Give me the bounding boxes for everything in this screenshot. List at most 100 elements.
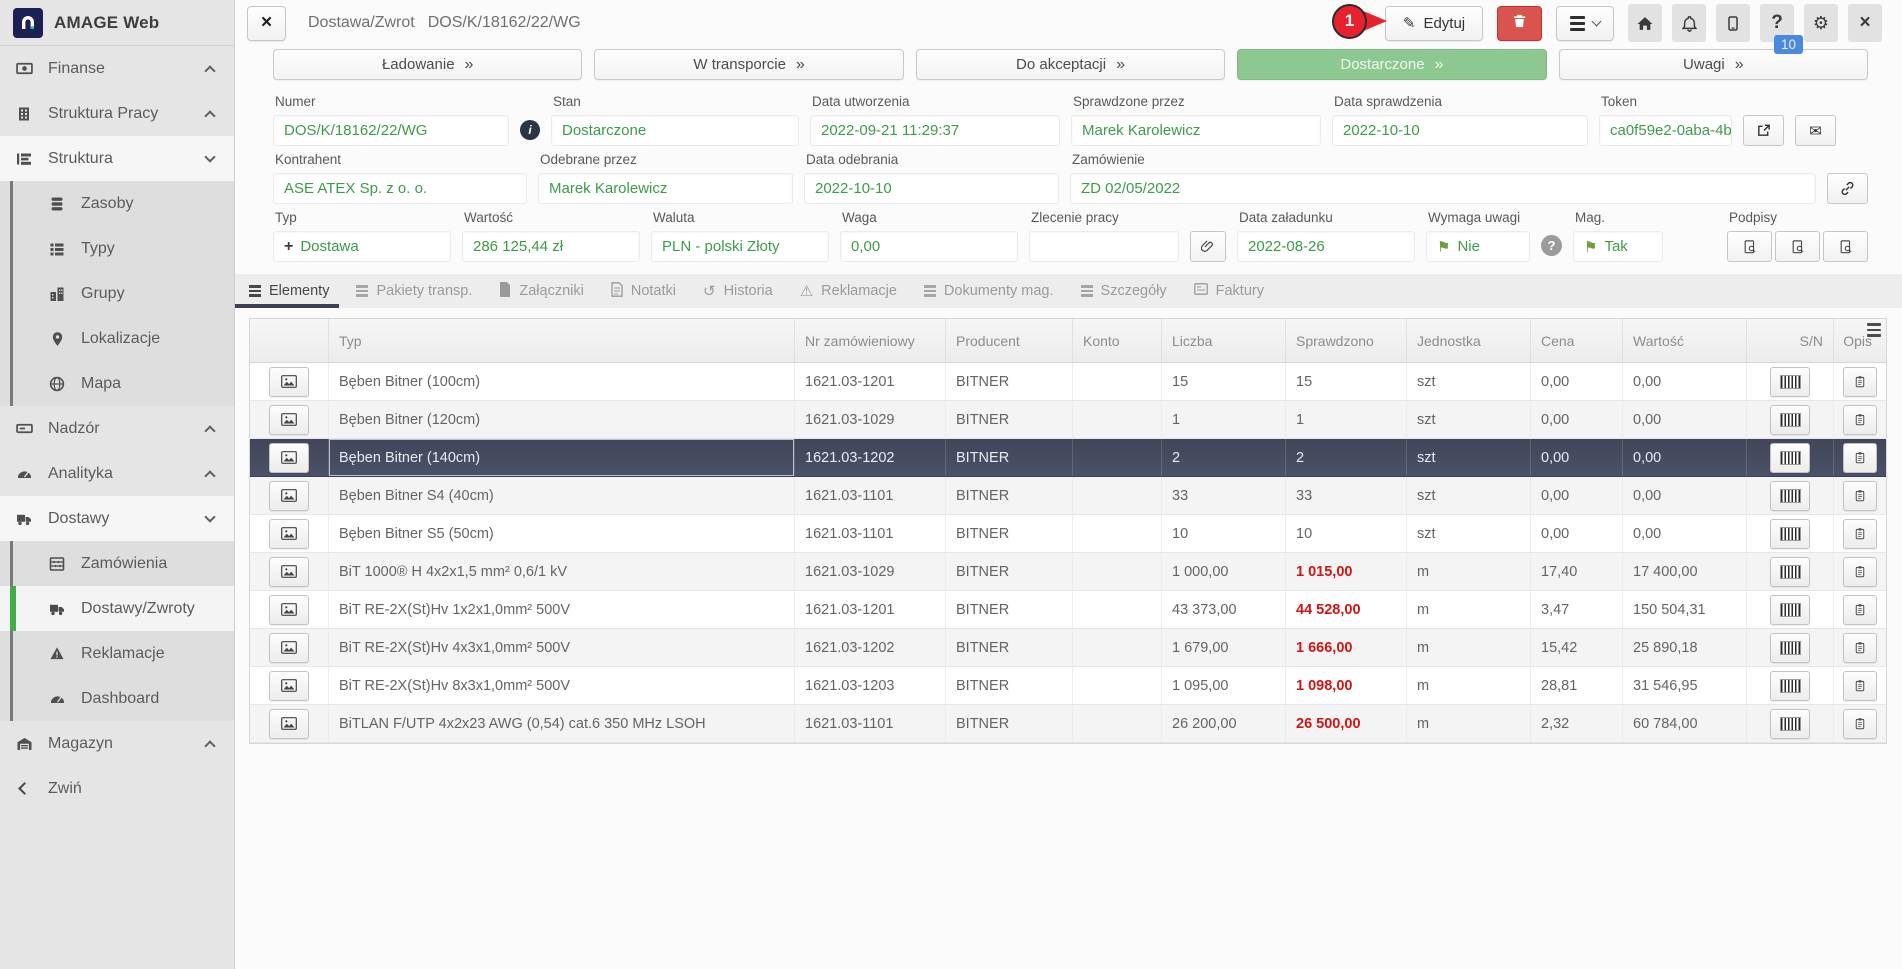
table-row[interactable]: BiT RE-2X(St)Hv 4x3x1,0mm² 500V 1621.03-… (250, 629, 1886, 667)
col-producent[interactable]: Producent (945, 319, 1072, 362)
serial-numbers-button[interactable] (1770, 443, 1810, 473)
stage-w-transporcie[interactable]: W transporcie» (594, 49, 903, 80)
description-button[interactable] (1843, 709, 1877, 739)
col-nr[interactable]: Nr zamówieniowy (794, 319, 945, 362)
col-wartosc[interactable]: Wartość (1622, 319, 1746, 362)
serial-numbers-button[interactable] (1770, 709, 1810, 739)
table-row[interactable]: BiT RE-2X(St)Hv 1x2x1,0mm² 500V 1621.03-… (250, 591, 1886, 629)
sidebar-collapse-button[interactable]: Zwiń (0, 766, 234, 811)
waga-field[interactable]: 0,00 (840, 231, 1018, 262)
sidebar-item-finanse[interactable]: Finanse (0, 46, 234, 91)
odebrane-przez-field[interactable]: Marek Karolewicz (538, 173, 793, 204)
serial-numbers-button[interactable] (1770, 633, 1810, 663)
table-row[interactable]: Bęben Bitner (100cm) 1621.03-1201 BITNER… (250, 363, 1886, 401)
table-row[interactable]: Bęben Bitner (120cm) 1621.03-1029 BITNER… (250, 401, 1886, 439)
data-zaladunku-field[interactable]: 2022-08-26 (1237, 231, 1415, 262)
sidebar-item-zasoby[interactable]: Zasoby (0, 181, 234, 226)
description-button[interactable] (1843, 367, 1877, 397)
table-row[interactable]: Bęben Bitner S5 (50cm) 1621.03-1101 BITN… (250, 515, 1886, 553)
col-liczba[interactable]: Liczba (1161, 319, 1285, 362)
stage-do-akceptacji[interactable]: Do akceptacji» (916, 49, 1225, 80)
tab-zalaczniki[interactable]: Załączniki (499, 274, 583, 308)
image-button[interactable] (269, 367, 309, 397)
table-row[interactable]: BiT RE-2X(St)Hv 8x3x1,0mm² 500V 1621.03-… (250, 667, 1886, 705)
sidebar-item-struktura[interactable]: Struktura (0, 136, 234, 181)
tab-szczegoly[interactable]: Szczegóły (1081, 274, 1167, 308)
token-field[interactable]: ca0f59e2-0aba-4b76 (1599, 115, 1732, 146)
mag-field[interactable]: ⚑Tak (1573, 231, 1663, 262)
image-button[interactable] (269, 709, 309, 739)
col-jednostka[interactable]: Jednostka (1406, 319, 1530, 362)
image-button[interactable] (269, 595, 309, 625)
delete-button[interactable] (1497, 6, 1542, 41)
serial-numbers-button[interactable] (1770, 595, 1810, 625)
data-utworzenia-field[interactable]: 2022-09-21 11:29:37 (810, 115, 1060, 146)
sidebar-item-typy[interactable]: Typy (0, 226, 234, 271)
typ-field[interactable]: +Dostawa (273, 231, 451, 262)
description-button[interactable] (1843, 595, 1877, 625)
sidebar-item-dashboard[interactable]: Dashboard (0, 676, 234, 721)
image-button[interactable] (269, 443, 309, 473)
description-button[interactable] (1843, 557, 1877, 587)
tab-elementy[interactable]: Elementy (249, 274, 329, 308)
attach-work-order-button[interactable] (1190, 231, 1226, 262)
sidebar-item-struktura-pracy[interactable]: Struktura Pracy (0, 91, 234, 136)
description-button[interactable] (1843, 443, 1877, 473)
serial-numbers-button[interactable] (1770, 557, 1810, 587)
kontrahent-field[interactable]: ASE ATEX Sp. z o. o. (273, 173, 527, 204)
sidebar-item-grupy[interactable]: Grupy (0, 271, 234, 316)
edit-button[interactable]: ✎ Edytuj (1385, 6, 1483, 41)
link-order-button[interactable] (1827, 173, 1868, 204)
sprawdzone-przez-field[interactable]: Marek Karolewicz (1071, 115, 1321, 146)
sidebar-item-nadzor[interactable]: Nadzór (0, 406, 234, 451)
waluta-field[interactable]: PLN - polski Złoty (651, 231, 829, 262)
numer-field[interactable]: DOS/K/18162/22/WG (273, 115, 509, 146)
sidebar-item-lokalizacje[interactable]: Lokalizacje (0, 316, 234, 361)
col-konto[interactable]: Konto (1072, 319, 1161, 362)
sidebar-item-analityka[interactable]: Analityka (0, 451, 234, 496)
sidebar-item-magazyn[interactable]: Magazyn (0, 721, 234, 766)
signature-document-button[interactable] (1823, 231, 1868, 262)
serial-numbers-button[interactable] (1770, 367, 1810, 397)
description-button[interactable] (1843, 519, 1877, 549)
sidebar-item-zamowienia[interactable]: Zamówienia (0, 541, 234, 586)
stage-ladowanie[interactable]: Ładowanie» (273, 49, 582, 80)
tab-historia[interactable]: ↺Historia (703, 274, 773, 308)
sidebar-item-dostawy[interactable]: Dostawy (0, 496, 234, 541)
sidebar-item-dostawy-zwroty[interactable]: Dostawy/Zwroty (0, 586, 234, 631)
table-row-selected[interactable]: Bęben Bitner (140cm) 1621.03-1202 BITNER… (250, 439, 1886, 477)
description-button[interactable] (1843, 405, 1877, 435)
stage-dostarczone[interactable]: Dostarczone» (1237, 49, 1546, 80)
sidebar-item-reklamacje[interactable]: Reklamacje (0, 631, 234, 676)
col-sprawdzono[interactable]: Sprawdzono (1285, 319, 1406, 362)
settings-button[interactable]: ⚙ (1804, 4, 1838, 42)
serial-numbers-button[interactable] (1770, 671, 1810, 701)
table-row[interactable]: Bęben Bitner S4 (40cm) 1621.03-1101 BITN… (250, 477, 1886, 515)
wymaga-uwagi-field[interactable]: ⚑Nie (1426, 231, 1530, 262)
sidebar-item-mapa[interactable]: Mapa (0, 361, 234, 406)
help-circle-icon[interactable]: ? (1541, 235, 1562, 256)
image-button[interactable] (269, 405, 309, 435)
zlecenie-pracy-field[interactable] (1029, 231, 1179, 262)
home-button[interactable] (1628, 4, 1662, 42)
table-row[interactable]: BiT 1000® H 4x2x1,5 mm² 0,6/1 kV 1621.03… (250, 553, 1886, 591)
description-button[interactable] (1843, 481, 1877, 511)
send-email-button[interactable]: ✉ (1795, 115, 1836, 146)
table-menu-icon[interactable] (1867, 323, 1881, 337)
serial-numbers-button[interactable] (1770, 519, 1810, 549)
image-button[interactable] (269, 481, 309, 511)
stage-uwagi[interactable]: Uwagi» (1559, 49, 1868, 80)
description-button[interactable] (1843, 633, 1877, 663)
more-menu-button[interactable] (1556, 6, 1614, 41)
image-button[interactable] (269, 633, 309, 663)
tab-notatki[interactable]: Notatki (611, 274, 676, 308)
col-typ[interactable]: Typ (328, 319, 794, 362)
signature-document-button[interactable] (1775, 231, 1820, 262)
tab-faktury[interactable]: Faktury (1194, 274, 1264, 308)
serial-numbers-button[interactable] (1770, 481, 1810, 511)
info-icon[interactable]: i (520, 120, 540, 140)
data-odebrania-field[interactable]: 2022-10-10 (804, 173, 1059, 204)
open-external-button[interactable] (1743, 115, 1784, 146)
stan-field[interactable]: Dostarczone (551, 115, 799, 146)
tab-reklamacje[interactable]: ⚠Reklamacje (800, 274, 897, 308)
